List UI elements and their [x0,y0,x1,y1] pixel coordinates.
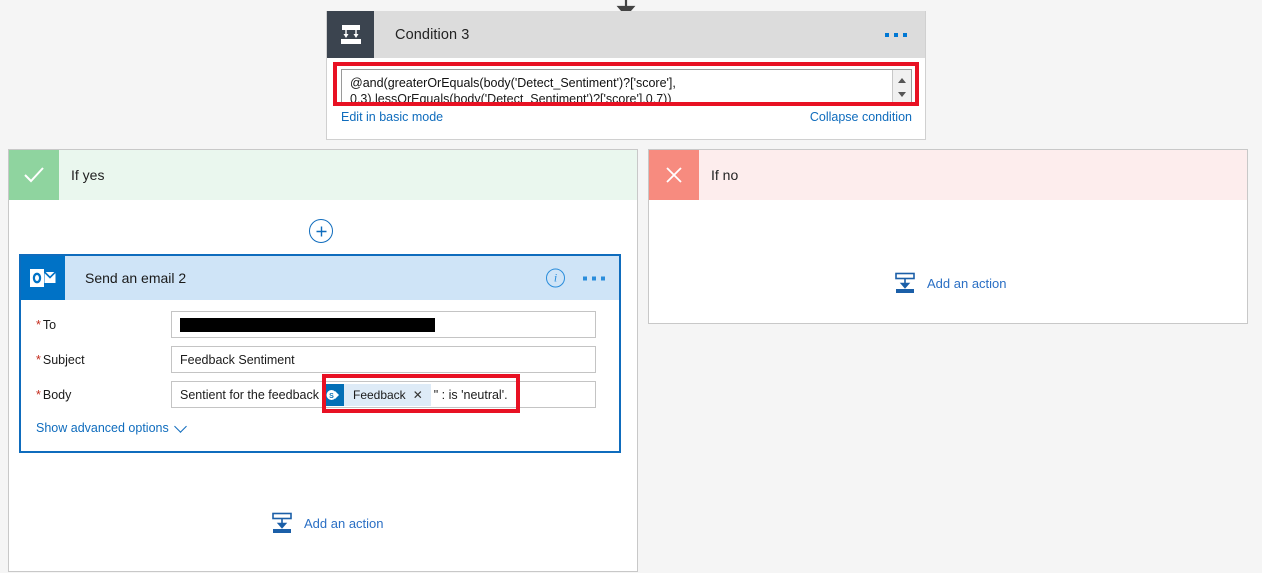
sharepoint-icon: S [321,383,344,406]
to-input[interactable] [171,311,596,338]
dynamic-content-token[interactable]: S Feedback ✕ [321,383,431,406]
body-text-after: " : is 'neutral'. [433,387,508,402]
redacted-email-value [180,317,435,332]
body-field-label: * Body [21,388,171,402]
subject-input[interactable]: Feedback Sentiment [171,346,596,373]
required-asterisk: * [36,317,41,332]
body-field-row: * Body Sentient for the feedback S Feedba… [21,381,619,408]
send-an-email-title: Send an email 2 [85,270,187,286]
insert-step-plus-button[interactable] [309,219,333,243]
email-card-actions: i [546,268,605,288]
add-action-icon [895,272,915,293]
show-advanced-options-label: Show advanced options [36,421,169,435]
plus-icon [316,226,326,236]
flow-designer-canvas: Condition 3 @and(greaterOrEquals(body('D… [0,0,1262,573]
condition-card: Condition 3 @and(greaterOrEquals(body('D… [326,11,926,140]
condition-expression-line-1: @and(greaterOrEquals(body('Detect_Sentim… [350,76,676,90]
close-x-icon [649,150,699,200]
collapse-condition-link[interactable]: Collapse condition [810,110,912,124]
to-field-row: * To [21,311,619,338]
subject-field-row: * Subject Feedback Sentiment [21,346,619,373]
required-asterisk: * [36,352,41,367]
chevron-down-icon [173,419,187,433]
add-an-action-label: Add an action [927,275,1007,291]
condition-links: Edit in basic mode Collapse condition [341,110,912,124]
svg-text:S: S [329,393,334,400]
body-text-before: Sentient for the feedback [180,387,319,402]
required-asterisk: * [36,387,41,402]
body-input[interactable]: Sentient for the feedback S Feedback ✕ "… [171,381,596,408]
condition-expression-text: @and(greaterOrEquals(body('Detect_Sentim… [342,70,892,104]
subject-label-text: Subject [42,352,85,367]
condition-expression-line-2: 0.3),lessOrEquals(body('Detect_Sentiment… [350,92,672,104]
condition-overflow-menu-button[interactable] [885,32,907,37]
if-no-header: If no [649,150,1247,200]
spinner-up-icon[interactable] [898,77,906,83]
add-an-action-button-yes[interactable]: Add an action [270,512,384,534]
add-an-action-label: Add an action [304,515,384,531]
to-label-text: To [42,317,57,332]
add-action-icon [272,512,292,533]
condition-expression-input[interactable]: @and(greaterOrEquals(body('Detect_Sentim… [341,69,912,105]
condition-branch-icon [327,11,374,58]
send-an-email-header[interactable]: Send an email 2 i [21,256,619,300]
if-no-label: If no [711,167,739,183]
condition-title: Condition 3 [395,26,470,43]
subject-field-label: * Subject [21,353,171,367]
info-icon[interactable]: i [546,268,565,288]
if-no-branch: If no [648,149,1248,324]
show-advanced-options-button[interactable]: Show advanced options [36,419,187,435]
condition-card-header[interactable]: Condition 3 [327,11,925,58]
add-an-action-button-no[interactable]: Add an action [893,272,1007,294]
token-remove-x-icon[interactable]: ✕ [413,388,431,402]
edit-in-basic-mode-link[interactable]: Edit in basic mode [341,110,443,124]
email-overflow-menu-button[interactable] [583,276,605,280]
outlook-icon [21,256,65,300]
spinner-down-icon[interactable] [898,91,906,97]
checkmark-icon [9,150,59,200]
expression-scroll-spinner[interactable] [892,70,911,104]
send-an-email-card: Send an email 2 i * To * Subject Feedback … [19,254,621,453]
token-label: Feedback [352,387,406,402]
if-yes-header: If yes [9,150,637,200]
body-label-text: Body [42,387,72,402]
if-yes-label: If yes [71,167,105,183]
to-field-label: * To [21,318,171,332]
